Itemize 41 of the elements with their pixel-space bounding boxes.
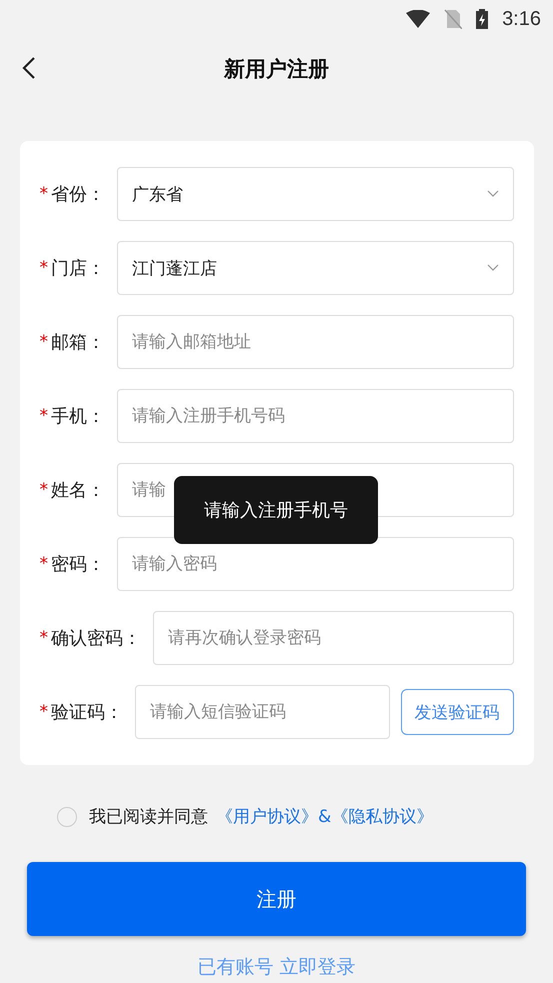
select-field[interactable]: 广东省 — [117, 167, 514, 221]
chevron-down-icon — [486, 264, 498, 272]
agreement-text: 我已阅读并同意 — [89, 806, 208, 828]
required-mark: * — [40, 258, 48, 278]
field-label: 门店： — [51, 257, 105, 280]
field-label: 省份： — [51, 183, 105, 206]
required-mark: * — [40, 702, 48, 722]
field-label: 密码： — [51, 553, 105, 576]
agree-radio[interactable] — [57, 806, 77, 826]
toast-message: 请输入注册手机号 — [174, 476, 378, 544]
input-field[interactable]: 请输入注册手机号码 — [117, 389, 514, 443]
field-label: 姓名： — [51, 479, 105, 502]
send-code-button[interactable]: 发送验证码 — [400, 689, 514, 735]
input-field[interactable]: 请输入密码 — [117, 537, 514, 591]
field-label: 手机： — [51, 405, 105, 428]
agreement-link[interactable]: 《用户协议》 — [216, 805, 318, 828]
select-field[interactable]: 江门蓬江店 — [117, 241, 514, 295]
required-mark: * — [40, 554, 48, 574]
status-time: 3:16 — [502, 8, 541, 30]
required-mark: * — [40, 184, 48, 204]
page-title: 新用户注册 — [224, 56, 329, 83]
no-sim-icon — [444, 9, 462, 29]
chevron-down-icon — [486, 190, 498, 198]
register-button[interactable]: 注册 — [27, 862, 526, 936]
agreement-link[interactable]: &《隐私协议》 — [318, 805, 434, 828]
required-mark: * — [40, 406, 48, 426]
back-icon — [22, 56, 36, 80]
login-link[interactable]: 已有账号 立即登录 — [197, 954, 356, 980]
wifi-icon — [406, 10, 430, 28]
required-mark: * — [40, 480, 48, 500]
field-label: 确认密码： — [51, 627, 141, 650]
field-label: 验证码： — [51, 701, 123, 724]
required-mark: * — [40, 332, 48, 352]
input-field[interactable]: 请输入短信验证码 — [135, 685, 390, 739]
input-field[interactable]: 请输入邮箱地址 — [117, 315, 514, 369]
required-mark: * — [40, 628, 48, 648]
field-label: 邮箱： — [51, 331, 105, 354]
battery-icon — [476, 9, 488, 29]
select-value: 广东省 — [132, 184, 183, 206]
select-value: 江门蓬江店 — [132, 258, 217, 280]
input-field[interactable]: 请再次确认登录密码 — [153, 611, 514, 665]
